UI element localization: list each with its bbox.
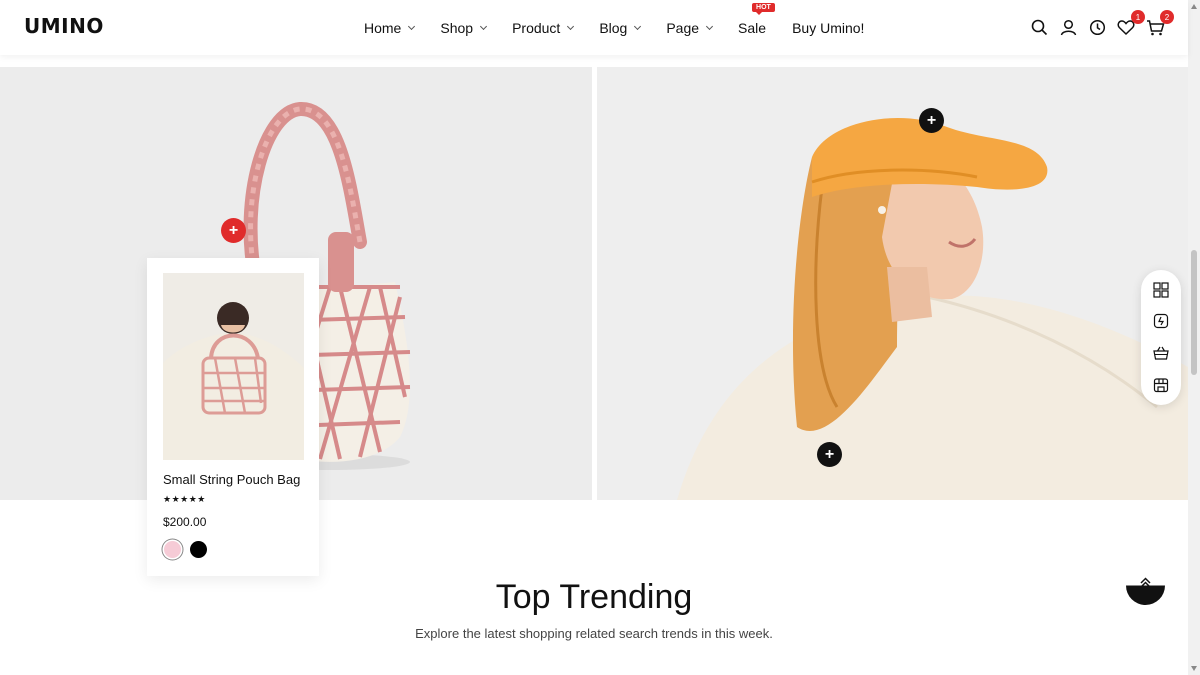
section-subtitle: Explore the latest shopping related sear… <box>415 626 773 641</box>
main-nav: Home Shop Product Blog Page HOT Sale Buy… <box>364 0 890 55</box>
nav-shop[interactable]: Shop <box>440 19 488 36</box>
wishlist-icon[interactable]: 1 <box>1115 10 1145 38</box>
grid-icon[interactable] <box>1151 280 1171 300</box>
chevron-down-icon <box>480 22 488 30</box>
logo[interactable]: UMINO <box>24 14 104 38</box>
cart-icon[interactable]: 2 <box>1144 10 1174 38</box>
page-scrollbar[interactable] <box>1188 0 1200 675</box>
product-thumbnail[interactable] <box>163 273 304 460</box>
nav-blog-label: Blog <box>599 19 628 36</box>
hotspot-bag[interactable]: + <box>221 218 246 243</box>
chevron-down-icon <box>706 22 714 30</box>
header-icons: 1 2 <box>1021 10 1174 38</box>
section-title: Top Trending <box>495 578 693 616</box>
nav-sale[interactable]: HOT Sale <box>738 2 775 36</box>
product-thumbnail-image <box>163 302 304 460</box>
nav-product-label: Product <box>512 19 561 36</box>
site-header: UMINO Home Shop Product Blog Page HOT Sa… <box>0 0 1188 55</box>
scroll-up-arrow[interactable] <box>1191 4 1197 9</box>
wishlist-count: 1 <box>1131 10 1145 24</box>
chevron-down-icon <box>567 22 575 30</box>
nav-blog[interactable]: Blog <box>599 19 642 36</box>
hot-badge: HOT <box>752 2 775 15</box>
scroll-down-arrow[interactable] <box>1191 666 1197 671</box>
product-price: $200.00 <box>163 515 207 529</box>
nav-product[interactable]: Product <box>512 19 575 36</box>
rating-stars: ★★★★★ <box>163 494 206 504</box>
nav-page[interactable]: Page <box>666 19 714 36</box>
swatch-pink[interactable] <box>164 541 181 558</box>
side-toolbar <box>1141 270 1181 405</box>
nav-home-label: Home <box>364 19 402 36</box>
nav-sale-label: Sale <box>738 19 767 36</box>
chevron-down-icon <box>634 22 642 30</box>
account-icon[interactable] <box>1057 16 1079 38</box>
chevron-down-icon <box>408 22 416 30</box>
basket-icon[interactable] <box>1151 343 1171 363</box>
store-icon[interactable] <box>1151 375 1171 395</box>
hotspot-visor[interactable]: + <box>919 108 944 133</box>
history-icon[interactable] <box>1086 16 1108 38</box>
product-name[interactable]: Small String Pouch Bag <box>163 472 300 487</box>
nav-buy-umino-label: Buy Umino! <box>792 19 865 36</box>
nav-page-label: Page <box>666 19 700 36</box>
nav-buy-umino[interactable]: Buy Umino! <box>792 20 864 36</box>
compare-icon[interactable] <box>1151 311 1171 331</box>
swatch-black[interactable] <box>190 541 207 558</box>
scroll-thumb[interactable] <box>1191 250 1197 375</box>
search-icon[interactable] <box>1028 16 1050 38</box>
product-popup: Small String Pouch Bag ★★★★★ $200.00 <box>147 258 319 576</box>
nav-shop-label: Shop <box>440 19 474 36</box>
back-to-top-button[interactable] <box>1126 566 1165 605</box>
hotspot-shirt[interactable]: + <box>817 442 842 467</box>
cart-count: 2 <box>1160 10 1174 24</box>
model-image <box>677 118 1188 500</box>
nav-home[interactable]: Home <box>364 19 416 36</box>
banner-visor[interactable]: + + <box>597 67 1188 500</box>
